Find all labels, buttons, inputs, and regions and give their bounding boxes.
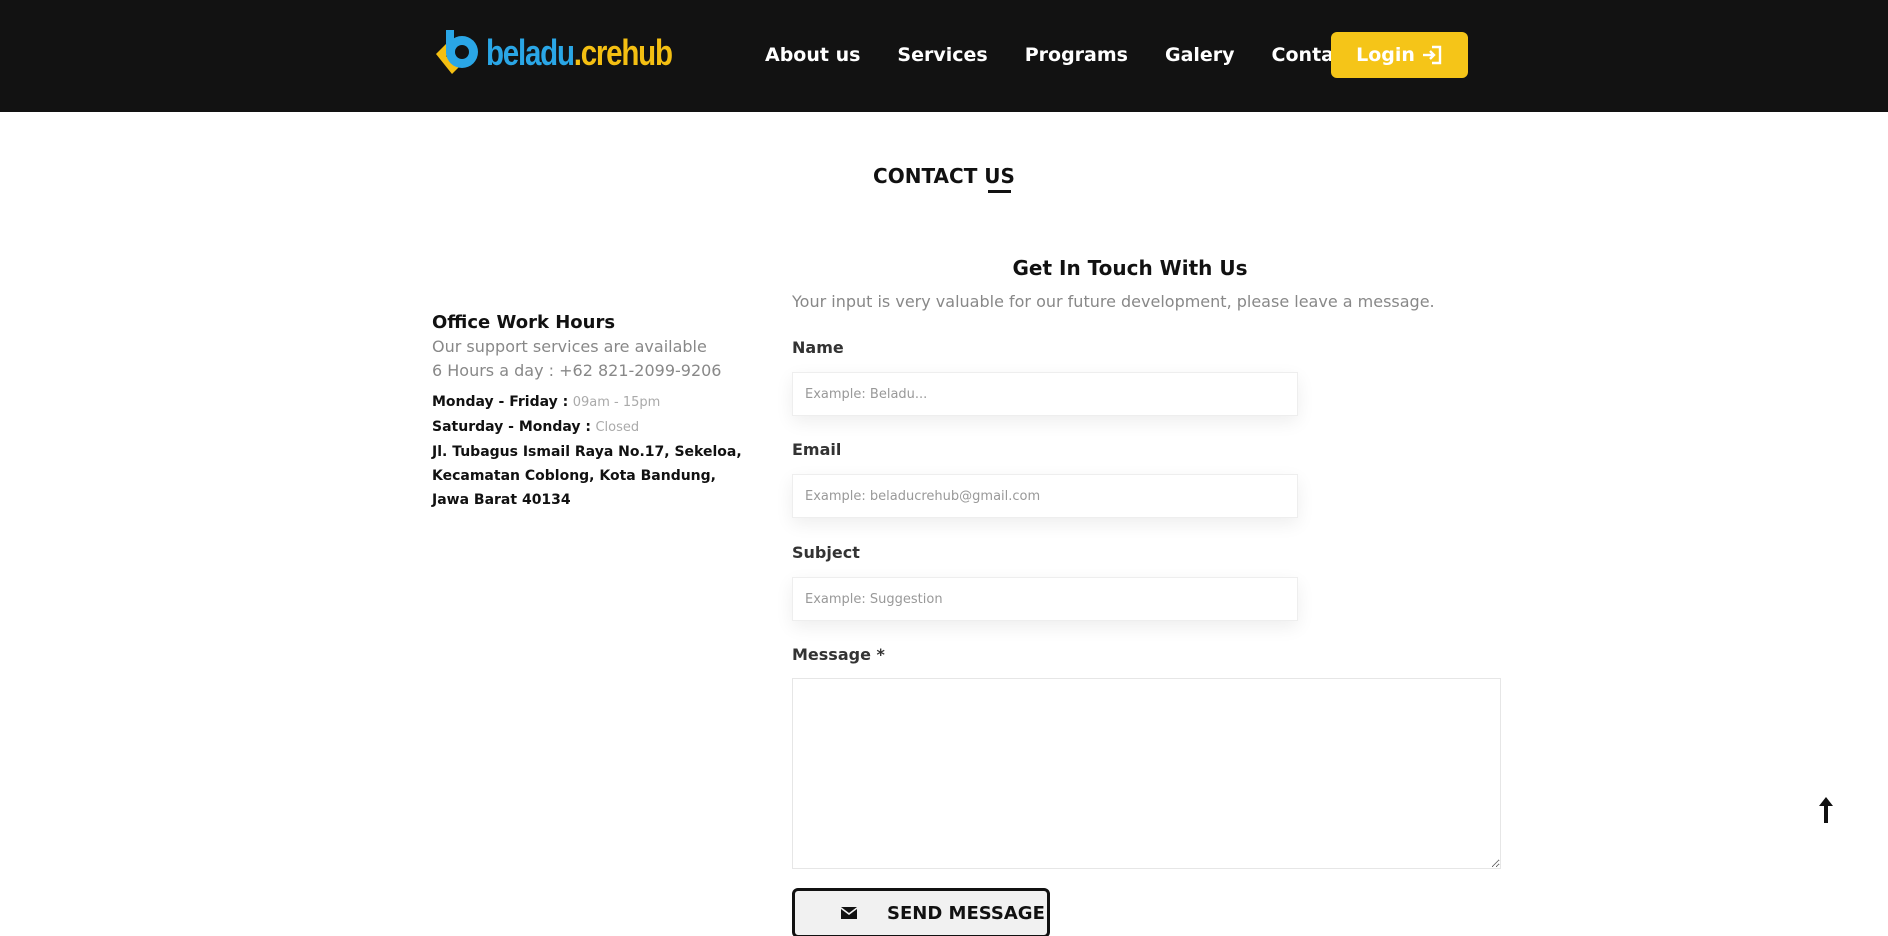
name-label: Name bbox=[792, 338, 844, 357]
send-message-button[interactable]: SEND MESSAGE bbox=[792, 888, 1050, 936]
login-button[interactable]: Login bbox=[1331, 32, 1468, 78]
nav-link-programs[interactable]: Programs bbox=[1025, 44, 1128, 66]
navbar: beladu.crehub About us Services Programs… bbox=[0, 0, 1888, 112]
hours-value: Closed bbox=[595, 420, 640, 435]
nav-link-about-us[interactable]: About us bbox=[765, 44, 860, 66]
logo-text-primary: beladu bbox=[486, 32, 575, 73]
subject-label: Subject bbox=[792, 543, 860, 562]
hours-row-weekend: Saturday - Monday : Closed bbox=[432, 419, 639, 435]
office-phone-line: 6 Hours a day : +62 821-2099-9206 bbox=[432, 361, 722, 380]
message-label: Message * bbox=[792, 645, 885, 664]
page-title: CONTACT US bbox=[873, 164, 1015, 188]
hours-value: 09am - 15pm bbox=[572, 395, 661, 410]
logo-text: beladu.crehub bbox=[486, 32, 673, 74]
form-subtitle: Your input is very valuable for our futu… bbox=[792, 292, 1435, 311]
email-input[interactable] bbox=[792, 474, 1298, 518]
nav-link-services[interactable]: Services bbox=[897, 44, 987, 66]
logo-icon bbox=[436, 30, 478, 74]
logo[interactable]: beladu.crehub bbox=[432, 28, 713, 78]
logo-text-secondary: .crehub bbox=[573, 32, 673, 73]
subject-input[interactable] bbox=[792, 577, 1298, 621]
hours-row-weekday: Monday - Friday : 09am - 15pm bbox=[432, 394, 660, 410]
arrow-up-icon[interactable] bbox=[1816, 796, 1836, 824]
hours-day-label: Saturday - Monday : bbox=[432, 419, 591, 435]
hours-day-label: Monday - Friday : bbox=[432, 394, 569, 410]
send-message-label: SEND MESSAGE bbox=[887, 902, 1045, 924]
login-icon bbox=[1422, 45, 1442, 65]
office-address: Jl. Tubagus Ismail Raya No.17, Sekeloa, … bbox=[432, 444, 742, 508]
office-hours-title: Office Work Hours bbox=[432, 312, 616, 333]
form-title: Get In Touch With Us bbox=[1012, 256, 1248, 280]
office-support-line: Our support services are available bbox=[432, 337, 707, 356]
nav-link-galery[interactable]: Galery bbox=[1165, 44, 1235, 66]
login-label: Login bbox=[1356, 44, 1415, 66]
name-input[interactable] bbox=[792, 372, 1298, 416]
email-label: Email bbox=[792, 440, 842, 459]
envelope-icon bbox=[841, 907, 857, 919]
message-textarea[interactable] bbox=[792, 678, 1501, 869]
nav-links: About us Services Programs Galery Contac… bbox=[765, 0, 1425, 110]
page-title-underline bbox=[988, 190, 1011, 193]
